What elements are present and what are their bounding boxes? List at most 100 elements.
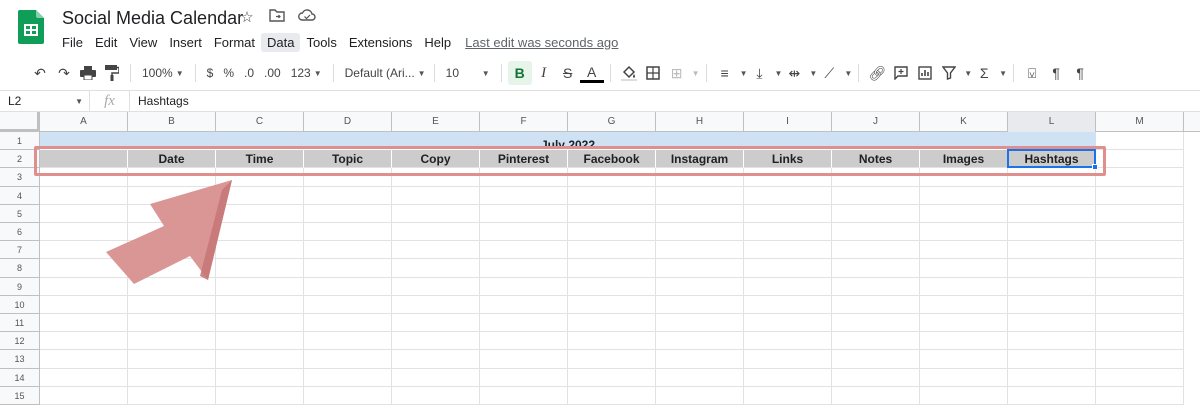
cell-e4[interactable] bbox=[392, 186, 480, 205]
cell-k7[interactable] bbox=[920, 241, 1008, 260]
column-header-g[interactable]: G bbox=[568, 112, 656, 132]
cell-g11[interactable] bbox=[568, 314, 656, 333]
column-header-f[interactable]: F bbox=[480, 112, 568, 132]
text-rotation-icon[interactable]: ⟋ bbox=[817, 61, 841, 85]
cell-l4[interactable] bbox=[1008, 186, 1096, 205]
merge-cells-icon[interactable]: ⊞ bbox=[665, 61, 689, 85]
cell-e14[interactable] bbox=[392, 368, 480, 387]
italic-button[interactable]: I bbox=[532, 61, 556, 85]
last-edit-link[interactable]: Last edit was seconds ago bbox=[465, 35, 618, 50]
cell-j13[interactable] bbox=[832, 350, 920, 369]
cell-d6[interactable] bbox=[304, 223, 392, 242]
cell-e12[interactable] bbox=[392, 332, 480, 351]
row-header-15[interactable]: 15 bbox=[0, 386, 40, 405]
cell-l14[interactable] bbox=[1008, 368, 1096, 387]
cloud-status-icon[interactable] bbox=[298, 8, 316, 26]
cell-a11[interactable] bbox=[40, 314, 128, 333]
cell-d14[interactable] bbox=[304, 368, 392, 387]
cell-c15[interactable] bbox=[216, 386, 304, 405]
cell-j12[interactable] bbox=[832, 332, 920, 351]
text-color-button[interactable]: A bbox=[579, 63, 604, 83]
currency-button[interactable]: $ bbox=[202, 61, 219, 85]
cell-d4[interactable] bbox=[304, 186, 392, 205]
cell-e8[interactable] bbox=[392, 259, 480, 278]
cell-d8[interactable] bbox=[304, 259, 392, 278]
cell-l7[interactable] bbox=[1008, 241, 1096, 260]
cell-i8[interactable] bbox=[744, 259, 832, 278]
column-header-m[interactable]: M bbox=[1096, 112, 1184, 132]
cell-m3[interactable] bbox=[1096, 168, 1184, 187]
cell-g8[interactable] bbox=[568, 259, 656, 278]
cell-i14[interactable] bbox=[744, 368, 832, 387]
cell-a12[interactable] bbox=[40, 332, 128, 351]
fill-color-icon[interactable] bbox=[617, 61, 641, 85]
redo-icon[interactable]: ↷ bbox=[52, 61, 76, 85]
column-header-k[interactable]: K bbox=[920, 112, 1008, 132]
cell-k15[interactable] bbox=[920, 386, 1008, 405]
print-icon[interactable] bbox=[76, 61, 100, 85]
cell-k12[interactable] bbox=[920, 332, 1008, 351]
cell-f14[interactable] bbox=[480, 368, 568, 387]
cell-i7[interactable] bbox=[744, 241, 832, 260]
cell-d9[interactable] bbox=[304, 277, 392, 296]
zoom-select[interactable]: 100% ▼ bbox=[137, 61, 189, 85]
menu-view[interactable]: View bbox=[123, 33, 163, 52]
cell-e10[interactable] bbox=[392, 295, 480, 314]
menu-extensions[interactable]: Extensions bbox=[343, 33, 419, 52]
cell-f7[interactable] bbox=[480, 241, 568, 260]
cell-f15[interactable] bbox=[480, 386, 568, 405]
column-header-i[interactable]: I bbox=[744, 112, 832, 132]
cell-a10[interactable] bbox=[40, 295, 128, 314]
cell-d7[interactable] bbox=[304, 241, 392, 260]
cell-m1[interactable] bbox=[1096, 132, 1184, 151]
cell-k5[interactable] bbox=[920, 204, 1008, 223]
cell-e11[interactable] bbox=[392, 314, 480, 333]
rtl-text-icon[interactable]: ¶ bbox=[1068, 61, 1092, 85]
cell-f11[interactable] bbox=[480, 314, 568, 333]
cell-j14[interactable] bbox=[832, 368, 920, 387]
undo-icon[interactable]: ↶ bbox=[28, 61, 52, 85]
cell-h14[interactable] bbox=[656, 368, 744, 387]
cell-h5[interactable] bbox=[656, 204, 744, 223]
column-header-l[interactable]: L bbox=[1008, 112, 1096, 132]
cell-g13[interactable] bbox=[568, 350, 656, 369]
cell-j7[interactable] bbox=[832, 241, 920, 260]
cell-l11[interactable] bbox=[1008, 314, 1096, 333]
more-formats-select[interactable]: 123 ▼ bbox=[286, 61, 327, 85]
cell-g5[interactable] bbox=[568, 204, 656, 223]
font-size-select[interactable]: 10 ▼ bbox=[441, 61, 495, 85]
cell-a15[interactable] bbox=[40, 386, 128, 405]
cell-k10[interactable] bbox=[920, 295, 1008, 314]
cell-h11[interactable] bbox=[656, 314, 744, 333]
cell-m14[interactable] bbox=[1096, 368, 1184, 387]
cell-b11[interactable] bbox=[128, 314, 216, 333]
cell-b13[interactable] bbox=[128, 350, 216, 369]
bold-button[interactable]: B bbox=[507, 61, 532, 85]
cell-e6[interactable] bbox=[392, 223, 480, 242]
cell-m5[interactable] bbox=[1096, 204, 1184, 223]
cell-l13[interactable] bbox=[1008, 350, 1096, 369]
cell-i6[interactable] bbox=[744, 223, 832, 242]
cell-j11[interactable] bbox=[832, 314, 920, 333]
cell-m6[interactable] bbox=[1096, 223, 1184, 242]
cell-b12[interactable] bbox=[128, 332, 216, 351]
cell-c13[interactable] bbox=[216, 350, 304, 369]
row-header-5[interactable]: 5 bbox=[0, 204, 40, 223]
insert-comment-icon[interactable] bbox=[889, 61, 913, 85]
cell-i10[interactable] bbox=[744, 295, 832, 314]
cell-j10[interactable] bbox=[832, 295, 920, 314]
cell-d13[interactable] bbox=[304, 350, 392, 369]
row-header-10[interactable]: 10 bbox=[0, 295, 40, 314]
input-tools-icon[interactable]: ⍌ bbox=[1020, 61, 1044, 85]
cell-b10[interactable] bbox=[128, 295, 216, 314]
horizontal-align-icon[interactable]: ≡ bbox=[713, 61, 737, 85]
cell-m4[interactable] bbox=[1096, 186, 1184, 205]
cell-h6[interactable] bbox=[656, 223, 744, 242]
cell-h10[interactable] bbox=[656, 295, 744, 314]
name-box[interactable]: L2 ▼ bbox=[0, 91, 90, 111]
row-header-9[interactable]: 9 bbox=[0, 277, 40, 296]
row-header-8[interactable]: 8 bbox=[0, 259, 40, 278]
cell-b14[interactable] bbox=[128, 368, 216, 387]
menu-help[interactable]: Help bbox=[418, 33, 457, 52]
cell-c11[interactable] bbox=[216, 314, 304, 333]
